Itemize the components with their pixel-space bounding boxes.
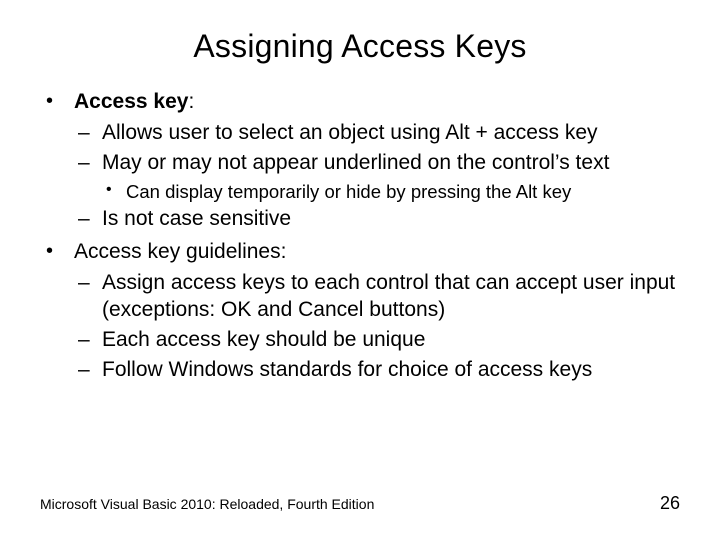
slide-footer: Microsoft Visual Basic 2010: Reloaded, F… (40, 493, 680, 514)
sub-bullet: Is not case sensitive (74, 206, 680, 233)
sub-list: Assign access keys to each control that … (74, 270, 680, 384)
sub-sub-list: Can display temporarily or hide by press… (102, 180, 680, 204)
page-number: 26 (660, 493, 680, 514)
bullet-colon: : (188, 90, 194, 113)
bullet-label: Access key guidelines: (74, 240, 286, 263)
sub-sub-bullet: Can display temporarily or hide by press… (102, 180, 680, 204)
slide-title: Assigning Access Keys (0, 0, 720, 89)
bullet-guidelines: Access key guidelines: Assign access key… (40, 239, 680, 383)
bullet-access-key: Access key: Allows user to select an obj… (40, 89, 680, 233)
sub-bullet: Follow Windows standards for choice of a… (74, 357, 680, 384)
bullet-label: Access key (74, 90, 188, 113)
slide-body: Access key: Allows user to select an obj… (0, 89, 720, 384)
sub-bullet-text: May or may not appear underlined on the … (102, 151, 609, 174)
sub-bullet: May or may not appear underlined on the … (74, 150, 680, 204)
sub-list: Allows user to select an object using Al… (74, 120, 680, 233)
slide: Assigning Access Keys Access key: Allows… (0, 0, 720, 540)
footer-source: Microsoft Visual Basic 2010: Reloaded, F… (40, 496, 374, 512)
sub-bullet: Allows user to select an object using Al… (74, 120, 680, 147)
sub-bullet: Assign access keys to each control that … (74, 270, 680, 324)
sub-bullet: Each access key should be unique (74, 327, 680, 354)
bullet-list: Access key: Allows user to select an obj… (40, 89, 680, 384)
